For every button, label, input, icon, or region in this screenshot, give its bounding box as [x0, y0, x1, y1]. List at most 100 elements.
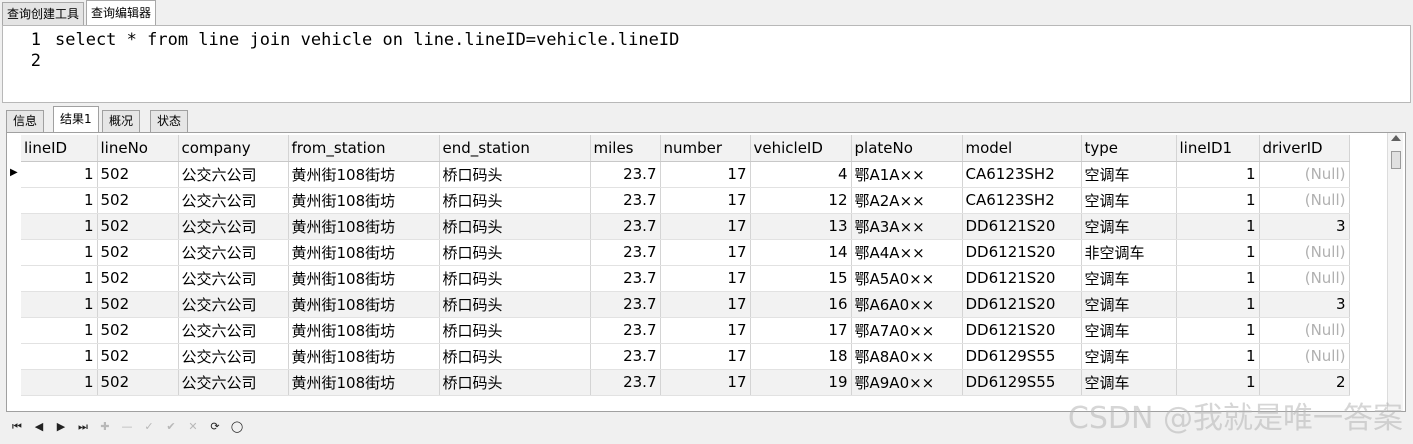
- cell-driverid[interactable]: 3: [1259, 291, 1350, 318]
- cell-miles[interactable]: 23.7: [590, 187, 661, 214]
- tab-query-builder[interactable]: 查询创建工具: [2, 2, 85, 26]
- cell-number[interactable]: 17: [660, 213, 751, 240]
- cell-lineno[interactable]: 502: [97, 187, 179, 214]
- column-header-driverid[interactable]: driverID: [1259, 135, 1350, 162]
- table-row[interactable]: 1 502 公交六公司 黄州街108街坊 桥口码头 23.7 17 14 鄂A4A×× DD612…: [21, 239, 1350, 266]
- cell-lineid[interactable]: 1: [21, 343, 98, 370]
- cell-company[interactable]: 公交六公司: [178, 291, 289, 318]
- cell-end_station[interactable]: 桥口码头: [439, 265, 591, 292]
- cell-model[interactable]: DD6121S20: [962, 239, 1082, 266]
- cell-from_station[interactable]: 黄州街108街坊: [288, 291, 440, 318]
- cell-driverid[interactable]: 3: [1259, 213, 1350, 240]
- column-header-from_station[interactable]: from_station: [288, 135, 440, 162]
- cell-from_station[interactable]: 黄州街108街坊: [288, 239, 440, 266]
- cell-vehicleid[interactable]: 18: [750, 343, 852, 370]
- stop-icon[interactable]: ◯: [228, 418, 246, 436]
- cell-driverid[interactable]: (Null): [1259, 343, 1350, 370]
- cell-lineno[interactable]: 502: [97, 265, 179, 292]
- cell-lineid[interactable]: 1: [21, 369, 98, 396]
- cell-from_station[interactable]: 黄州街108街坊: [288, 265, 440, 292]
- cell-type[interactable]: 空调车: [1081, 317, 1177, 344]
- cell-miles[interactable]: 23.7: [590, 317, 661, 344]
- cell-model[interactable]: DD6129S55: [962, 369, 1082, 396]
- cell-lineid[interactable]: 1: [21, 239, 98, 266]
- cell-type[interactable]: 空调车: [1081, 265, 1177, 292]
- cell-plateno[interactable]: 鄂A4A××: [851, 239, 963, 266]
- column-header-lineid[interactable]: lineID: [21, 135, 98, 162]
- cell-vehicleid[interactable]: 4: [750, 161, 852, 188]
- cell-lineno[interactable]: 502: [97, 213, 179, 240]
- tab-status[interactable]: 状态: [150, 110, 189, 132]
- cell-type[interactable]: 空调车: [1081, 369, 1177, 396]
- cell-plateno[interactable]: 鄂A7A0××: [851, 317, 963, 344]
- column-header-end_station[interactable]: end_station: [439, 135, 591, 162]
- tab-overview[interactable]: 概况: [102, 110, 141, 132]
- column-header-vehicleid[interactable]: vehicleID: [750, 135, 852, 162]
- table-row[interactable]: 1 502 公交六公司 黄州街108街坊 桥口码头 23.7 17 4 鄂A1A×× CA6123…: [21, 161, 1350, 188]
- cell-number[interactable]: 17: [660, 343, 751, 370]
- cell-model[interactable]: DD6121S20: [962, 265, 1082, 292]
- cell-plateno[interactable]: 鄂A8A0××: [851, 343, 963, 370]
- next-record-icon[interactable]: ▶: [52, 418, 70, 436]
- column-header-model[interactable]: model: [962, 135, 1082, 162]
- cell-number[interactable]: 17: [660, 161, 751, 188]
- cell-model[interactable]: DD6121S20: [962, 291, 1082, 318]
- cell-company[interactable]: 公交六公司: [178, 161, 289, 188]
- delete-record-icon[interactable]: —: [118, 418, 136, 436]
- refresh-icon[interactable]: ⟳: [206, 418, 224, 436]
- cell-miles[interactable]: 23.7: [590, 239, 661, 266]
- cell-lineid1[interactable]: 1: [1176, 239, 1260, 266]
- cell-miles[interactable]: 23.7: [590, 369, 661, 396]
- cell-lineno[interactable]: 502: [97, 239, 179, 266]
- cell-lineno[interactable]: 502: [97, 161, 179, 188]
- cell-vehicleid[interactable]: 13: [750, 213, 852, 240]
- tab-result1[interactable]: 结果1: [53, 106, 99, 132]
- cell-end_station[interactable]: 桥口码头: [439, 239, 591, 266]
- cell-type[interactable]: 非空调车: [1081, 239, 1177, 266]
- column-header-miles[interactable]: miles: [590, 135, 661, 162]
- cell-lineno[interactable]: 502: [97, 291, 179, 318]
- cell-number[interactable]: 17: [660, 291, 751, 318]
- cell-lineid1[interactable]: 1: [1176, 291, 1260, 318]
- vertical-scrollbar[interactable]: [1387, 133, 1403, 411]
- tab-info[interactable]: 信息: [6, 110, 45, 132]
- cell-lineid[interactable]: 1: [21, 291, 98, 318]
- cell-lineid[interactable]: 1: [21, 265, 98, 292]
- sql-code-line[interactable]: select * from line join vehicle on line.…: [55, 30, 679, 50]
- cell-lineno[interactable]: 502: [97, 343, 179, 370]
- cell-from_station[interactable]: 黄州街108街坊: [288, 161, 440, 188]
- cell-model[interactable]: CA6123SH2: [962, 187, 1082, 214]
- cell-lineno[interactable]: 502: [97, 317, 179, 344]
- table-row[interactable]: 1 502 公交六公司 黄州街108街坊 桥口码头 23.7 17 19 鄂A9A0×× DD61…: [21, 369, 1350, 396]
- cell-driverid[interactable]: (Null): [1259, 317, 1350, 344]
- cell-number[interactable]: 17: [660, 187, 751, 214]
- cell-lineid[interactable]: 1: [21, 187, 98, 214]
- edit-record-icon[interactable]: ✓: [140, 418, 158, 436]
- table-row[interactable]: 1 502 公交六公司 黄州街108街坊 桥口码头 23.7 17 18 鄂A8A0×× DD61…: [21, 343, 1350, 370]
- cell-end_station[interactable]: 桥口码头: [439, 369, 591, 396]
- cell-company[interactable]: 公交六公司: [178, 239, 289, 266]
- table-row[interactable]: 1 502 公交六公司 黄州街108街坊 桥口码头 23.7 17 16 鄂A6A0×× DD61…: [21, 291, 1350, 318]
- cell-lineid1[interactable]: 1: [1176, 343, 1260, 370]
- cell-from_station[interactable]: 黄州街108街坊: [288, 213, 440, 240]
- cell-miles[interactable]: 23.7: [590, 265, 661, 292]
- cell-from_station[interactable]: 黄州街108街坊: [288, 369, 440, 396]
- cell-vehicleid[interactable]: 14: [750, 239, 852, 266]
- cell-model[interactable]: DD6121S20: [962, 213, 1082, 240]
- cell-vehicleid[interactable]: 16: [750, 291, 852, 318]
- cell-miles[interactable]: 23.7: [590, 213, 661, 240]
- last-record-icon[interactable]: ⏭: [74, 418, 92, 436]
- cell-lineid[interactable]: 1: [21, 213, 98, 240]
- cell-plateno[interactable]: 鄂A6A0××: [851, 291, 963, 318]
- add-record-icon[interactable]: ✚: [96, 418, 114, 436]
- cell-company[interactable]: 公交六公司: [178, 369, 289, 396]
- cell-type[interactable]: 空调车: [1081, 343, 1177, 370]
- cell-lineid[interactable]: 1: [21, 161, 98, 188]
- cell-number[interactable]: 17: [660, 239, 751, 266]
- cell-driverid[interactable]: (Null): [1259, 265, 1350, 292]
- cell-lineid1[interactable]: 1: [1176, 317, 1260, 344]
- cell-end_station[interactable]: 桥口码头: [439, 161, 591, 188]
- apply-record-icon[interactable]: ✔: [162, 418, 180, 436]
- scroll-thumb[interactable]: [1391, 151, 1401, 169]
- cell-driverid[interactable]: (Null): [1259, 161, 1350, 188]
